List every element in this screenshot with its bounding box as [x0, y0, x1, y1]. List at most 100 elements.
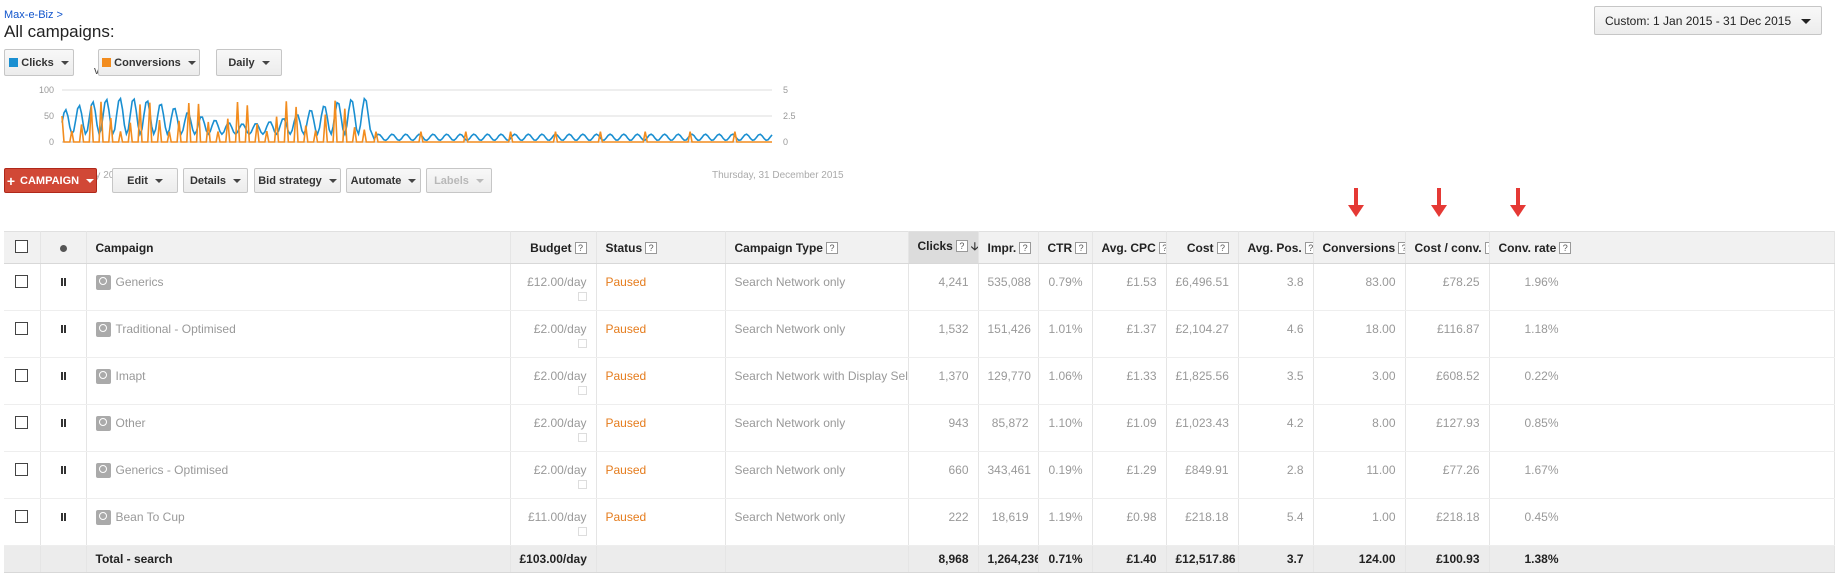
metric1-label: Clicks	[21, 56, 54, 69]
row-status-cell: Paused	[596, 310, 726, 358]
budget-graph-icon[interactable]	[577, 292, 587, 301]
budget-value[interactable]: £2.00/day	[534, 416, 587, 430]
status-badge: Paused	[605, 463, 647, 477]
header-conversions[interactable]: Conversions?	[1313, 231, 1406, 264]
search-campaign-icon	[95, 369, 111, 385]
help-icon[interactable]: ?	[1484, 241, 1488, 254]
row-budget-cell: £11.00/day	[510, 498, 597, 546]
row-cpc: £1.37	[1092, 310, 1167, 358]
header-cost[interactable]: Cost?	[1166, 231, 1239, 264]
pause-icon[interactable]	[60, 325, 66, 333]
row-status-cell: Paused	[596, 404, 726, 452]
automate-button[interactable]: Automate	[346, 168, 421, 193]
row-checkbox[interactable]	[15, 322, 29, 335]
header-avg-pos[interactable]: Avg. Pos.?	[1238, 231, 1314, 264]
conversions-color-swatch	[102, 58, 112, 67]
campaign-name-link[interactable]: Other	[116, 416, 146, 430]
campaign-name-link[interactable]: Generics	[116, 275, 164, 289]
row-pause-cell	[40, 451, 87, 499]
budget-graph-icon[interactable]	[577, 480, 587, 489]
header-status[interactable]: Status?	[596, 231, 726, 264]
date-range-selector[interactable]: Custom: 1 Jan 2015 - 31 Dec 2015	[1594, 6, 1822, 35]
help-icon[interactable]: ?	[1304, 241, 1312, 254]
budget-value[interactable]: £2.00/day	[534, 369, 587, 383]
select-all-checkbox[interactable]	[15, 239, 29, 253]
metric2-dropdown[interactable]: Conversions	[98, 49, 200, 76]
pause-icon[interactable]	[60, 513, 66, 521]
breadcrumb[interactable]: Max-e-Biz >	[4, 9, 63, 21]
budget-value[interactable]: £12.00/day	[527, 275, 586, 289]
campaign-type: Search Network only	[734, 463, 846, 477]
add-campaign-label: CAMPAIGN	[20, 174, 80, 187]
row-checkbox[interactable]	[15, 463, 29, 476]
help-icon[interactable]: ?	[574, 241, 587, 254]
row-type-cell: Search Network only	[725, 310, 909, 358]
campaign-name-link[interactable]: Generics - Optimised	[116, 463, 229, 477]
budget-value[interactable]: £2.00/day	[534, 322, 587, 336]
granularity-dropdown[interactable]: Daily	[216, 49, 282, 76]
header-clicks[interactable]: Clicks? 🡣	[908, 231, 979, 264]
row-select-cell	[4, 310, 41, 358]
row-impr: 343,461	[978, 451, 1039, 499]
row-status-cell: Paused	[596, 263, 726, 311]
campaign-name-link[interactable]: Traditional - Optimised	[116, 322, 236, 336]
pause-icon[interactable]	[60, 372, 66, 380]
row-cost: £1,023.43	[1166, 404, 1239, 452]
row-checkbox[interactable]	[15, 275, 29, 288]
pause-icon[interactable]	[60, 278, 66, 286]
budget-graph-icon[interactable]	[577, 339, 587, 348]
total-clicks: 8,968	[908, 545, 979, 573]
total-empty-cell	[596, 545, 726, 573]
row-checkbox[interactable]	[15, 510, 29, 523]
row-clicks: 1,532	[908, 310, 979, 358]
help-icon[interactable]: ?	[825, 241, 838, 254]
total-conv-rate-cell: 1.38%	[1489, 545, 1835, 573]
budget-value[interactable]: £11.00/day	[528, 510, 587, 524]
add-campaign-button[interactable]: + CAMPAIGN	[4, 168, 97, 193]
edit-button[interactable]: Edit	[112, 168, 178, 193]
row-cost-conv: £608.52	[1405, 357, 1490, 405]
campaign-name-link[interactable]: Bean To Cup	[116, 510, 185, 524]
help-icon[interactable]: ?	[1019, 241, 1032, 254]
campaign-type: Search Network with Display Select	[734, 369, 908, 383]
row-checkbox[interactable]	[15, 369, 29, 382]
status-filter-icon[interactable]	[59, 244, 67, 252]
header-cost-per-conv[interactable]: Cost / conv.?	[1405, 231, 1490, 264]
labels-button[interactable]: Labels	[426, 168, 492, 193]
help-icon[interactable]: ?	[1216, 241, 1229, 254]
help-icon[interactable]: ?	[1398, 241, 1404, 254]
help-icon[interactable]: ?	[1075, 241, 1088, 254]
row-type-cell: Search Network only	[725, 263, 909, 311]
details-button[interactable]: Details	[183, 168, 248, 193]
header-impr[interactable]: Impr.?	[978, 231, 1039, 264]
search-campaign-icon	[95, 416, 111, 432]
automate-label: Automate	[350, 174, 402, 187]
bid-strategy-button[interactable]: Bid strategy	[254, 168, 341, 193]
status-badge: Paused	[605, 510, 647, 524]
help-icon[interactable]: ?	[645, 241, 658, 254]
budget-graph-icon[interactable]	[577, 527, 587, 536]
header-conv-rate[interactable]: Conv. rate?	[1489, 231, 1835, 264]
help-icon[interactable]: ?	[1559, 241, 1572, 254]
budget-value[interactable]: £2.00/day	[534, 463, 587, 477]
header-campaign[interactable]: Campaign	[86, 231, 511, 264]
header-ctr[interactable]: CTR?	[1038, 231, 1093, 264]
header-budget[interactable]: Budget?	[510, 231, 597, 264]
pause-icon[interactable]	[60, 419, 66, 427]
campaigns-table: Campaign Budget? Status? Campaign Type? …	[4, 231, 1835, 573]
metric1-dropdown[interactable]: Clicks	[4, 49, 74, 76]
row-cost-conv: £78.25	[1405, 263, 1490, 311]
help-icon[interactable]: ?	[1158, 241, 1165, 254]
campaign-name-link[interactable]: Imapt	[116, 369, 146, 383]
budget-graph-icon[interactable]	[577, 386, 587, 395]
budget-graph-icon[interactable]	[577, 433, 587, 442]
help-icon[interactable]: ?	[955, 240, 968, 252]
header-campaign-type[interactable]: Campaign Type?	[725, 231, 909, 264]
pause-icon[interactable]	[60, 466, 66, 474]
row-conv-rate: 0.45%	[1524, 510, 1559, 524]
row-checkbox[interactable]	[15, 416, 29, 429]
status-badge: Paused	[605, 275, 647, 289]
row-cost-conv: £77.26	[1405, 451, 1490, 499]
header-avg-cpc[interactable]: Avg. CPC?	[1092, 231, 1167, 264]
row-pos: 4.6	[1238, 310, 1314, 358]
